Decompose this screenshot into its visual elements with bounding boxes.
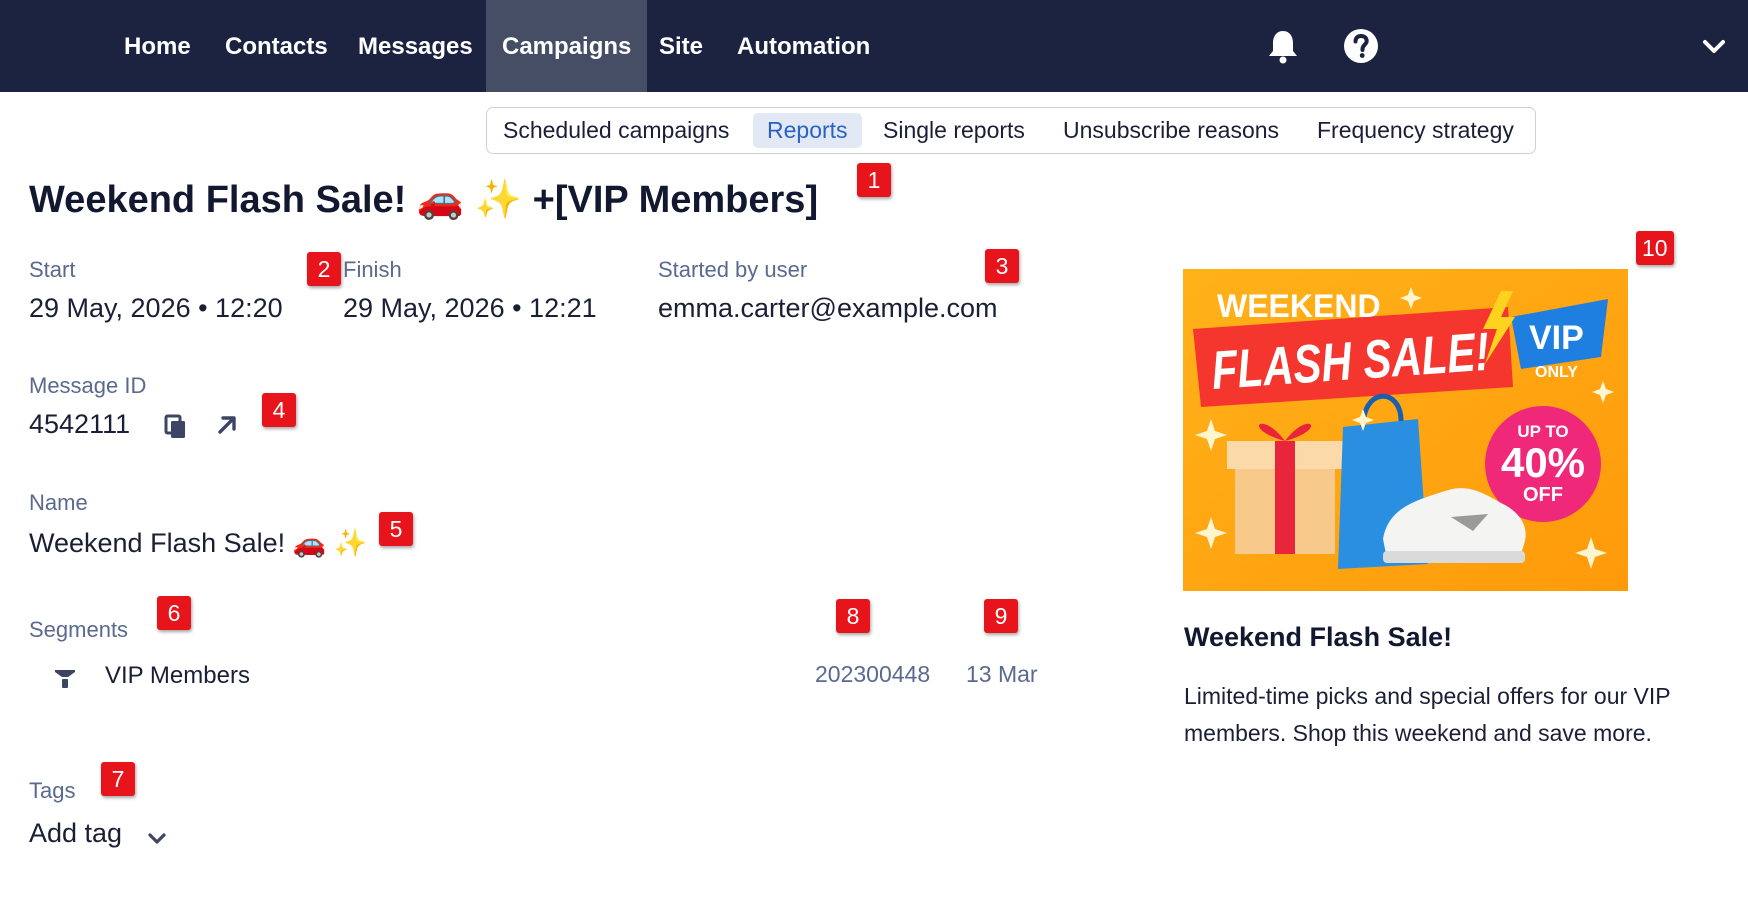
annotation-badge-9: 9 xyxy=(984,599,1018,633)
finish-value: 29 May, 2026 • 12:21 xyxy=(343,293,597,323)
finish-label: Finish xyxy=(343,257,402,282)
annotation-badge-8: 8 xyxy=(836,599,870,633)
tags-label: Tags xyxy=(29,778,76,803)
tab-frequency-strategy[interactable]: Frequency strategy xyxy=(1317,113,1514,148)
annotation-badge-10: 10 xyxy=(1636,231,1674,265)
nav-messages[interactable]: Messages xyxy=(358,0,473,92)
add-tag-label: Add tag xyxy=(29,818,123,848)
page-title: Weekend Flash Sale! 🚗 ✨ +[VIP Members] xyxy=(29,179,819,221)
start-label: Start xyxy=(29,257,76,282)
promo-percent: 40% xyxy=(1501,439,1585,486)
nav-home[interactable]: Home xyxy=(124,0,191,92)
promo-vip: VIP xyxy=(1529,319,1584,357)
segment-id: 202300448 xyxy=(815,661,931,687)
annotation-badge-4: 4 xyxy=(262,393,296,427)
tab-single-reports[interactable]: Single reports xyxy=(883,113,1025,148)
segments-label: Segments xyxy=(29,617,129,642)
copy-icon[interactable] xyxy=(162,410,192,440)
external-link-icon[interactable] xyxy=(212,410,242,440)
nav-site[interactable]: Site xyxy=(659,0,703,92)
annotation-badge-5: 5 xyxy=(379,512,413,546)
start-value: 29 May, 2026 • 12:20 xyxy=(29,293,283,323)
annotation-badge-6: 6 xyxy=(157,596,191,630)
annotation-badge-7: 7 xyxy=(101,762,135,796)
promo-image: WEEKEND FLASH SALE! VIP ONLY UP TO 40% O… xyxy=(1183,269,1628,591)
annotation-badge-3: 3 xyxy=(985,249,1019,283)
sub-tabs: Scheduled campaigns Reports Single repor… xyxy=(486,107,1536,154)
annotation-badge-1: 1 xyxy=(857,163,891,197)
nav-automation[interactable]: Automation xyxy=(737,0,870,92)
promo-title: Weekend Flash Sale! xyxy=(1184,622,1453,652)
tab-scheduled-campaigns[interactable]: Scheduled campaigns xyxy=(503,113,729,148)
promo-off: OFF xyxy=(1523,484,1563,506)
segment-name: VIP Members xyxy=(105,662,250,689)
annotation-badge-2: 2 xyxy=(307,252,341,286)
segment-date: 13 Mar xyxy=(966,661,1038,687)
top-navigation: Home Contacts Messages Campaigns Site Au… xyxy=(0,0,1748,92)
nav-campaigns[interactable]: Campaigns xyxy=(486,0,648,92)
chevron-down-icon xyxy=(148,833,166,844)
help-icon[interactable] xyxy=(1341,26,1381,66)
started-by-label: Started by user xyxy=(658,257,808,282)
promo-description: Limited-time picks and special offers fo… xyxy=(1184,683,1671,746)
promo-only: ONLY xyxy=(1535,364,1578,381)
tab-unsubscribe-reasons[interactable]: Unsubscribe reasons xyxy=(1063,113,1279,148)
filter-icon xyxy=(55,670,75,688)
chevron-down-icon[interactable] xyxy=(1694,26,1734,66)
name-label: Name xyxy=(29,490,88,515)
name-value: Weekend Flash Sale! 🚗 ✨ xyxy=(29,528,368,558)
started-by-value: emma.carter@example.com xyxy=(658,293,998,323)
promo-headline-1: WEEKEND xyxy=(1217,288,1381,324)
message-id-label: Message ID xyxy=(29,373,147,398)
tab-reports[interactable]: Reports xyxy=(753,113,862,148)
nav-contacts[interactable]: Contacts xyxy=(225,0,328,92)
bell-icon[interactable] xyxy=(1263,26,1303,66)
message-id-value: 4542111 xyxy=(29,409,131,439)
